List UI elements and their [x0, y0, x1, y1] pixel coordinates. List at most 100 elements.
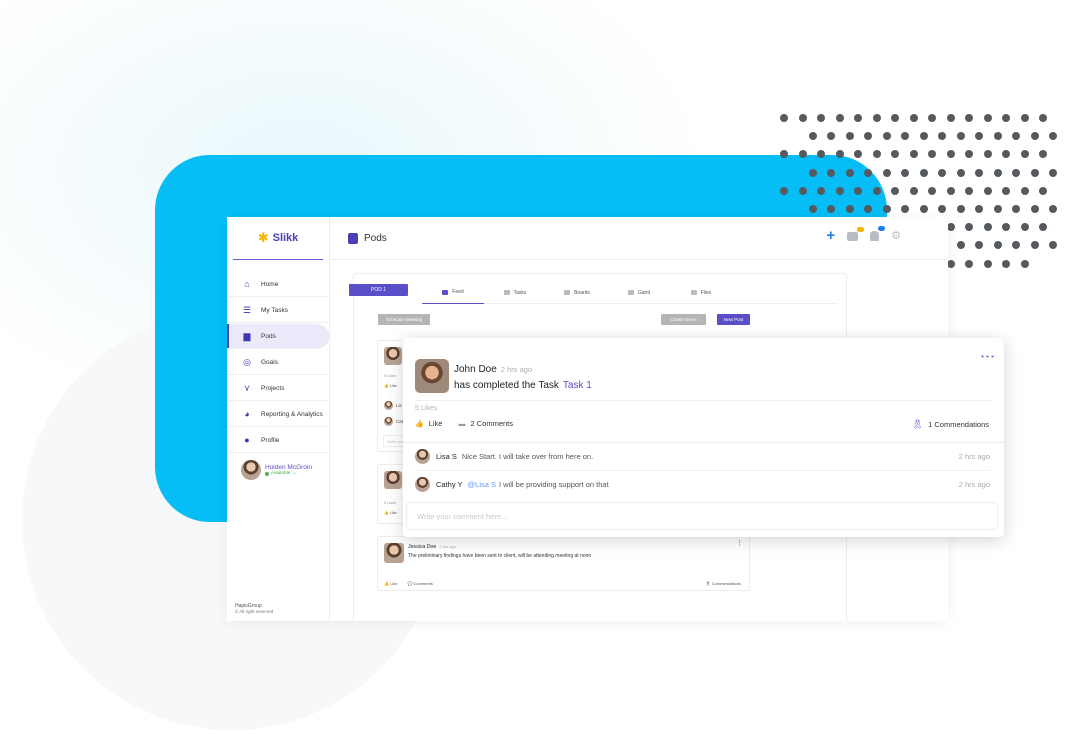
sidebar-nav: ⌂ Home ☰ My Tasks ▆ Pods ◎ Goals ⋎ Proje…: [227, 272, 329, 453]
dot: [835, 150, 844, 159]
commendations-button[interactable]: 🎗 Commendations: [706, 581, 741, 586]
dot: [1030, 241, 1039, 250]
commendations-button[interactable]: 🎗 1 Commendations: [912, 419, 989, 430]
pod-tab[interactable]: POD 1: [349, 284, 408, 296]
like-button[interactable]: 👍 Like: [384, 581, 397, 586]
logo[interactable]: ✱ Slikk: [233, 217, 323, 260]
dot: [1039, 114, 1047, 122]
sidebar-item-pods[interactable]: ▆ Pods: [227, 324, 329, 349]
dot: [965, 259, 973, 268]
like-button[interactable]: 👍 Like: [415, 419, 442, 428]
dot: [946, 186, 955, 195]
user-name: Holden McGroin: [265, 464, 312, 471]
dot: [1020, 223, 1029, 232]
more-options-icon[interactable]: ⋮: [979, 349, 996, 362]
dot: [808, 205, 817, 213]
tab-tasks[interactable]: Tasks: [484, 282, 546, 304]
dot: [993, 241, 1002, 250]
dot: [864, 205, 872, 213]
author-line: John Doe 2 hrs ago: [454, 364, 532, 375]
dot: [845, 205, 854, 213]
tab-label: Gantt: [637, 289, 651, 296]
dot: [983, 259, 992, 268]
dot: [965, 223, 973, 232]
dot: [956, 132, 965, 141]
dot: [827, 205, 835, 213]
dot: [993, 205, 1002, 213]
person-icon: ●: [244, 435, 250, 445]
dot: [1039, 186, 1047, 195]
commendations-label: 1 Commendations: [928, 420, 989, 429]
pie-chart-icon: ◕: [244, 409, 250, 419]
sidebar-item-profile[interactable]: ● Profile: [227, 428, 329, 453]
dot: [1030, 205, 1039, 213]
like-button[interactable]: 👍 Like: [384, 510, 397, 515]
comment-row: Lis: [384, 401, 402, 410]
dot: [872, 186, 881, 195]
comment-row: Lisa S Nice Start. I will take over from…: [415, 443, 990, 469]
mail-icon[interactable]: [847, 226, 865, 241]
post-time: 2 hrs ago: [500, 365, 533, 374]
dot: [938, 132, 946, 141]
dot: [919, 168, 928, 177]
comment-input[interactable]: Write your comment here...: [406, 502, 998, 530]
dot: [817, 186, 825, 195]
tab-files[interactable]: Files: [670, 282, 732, 304]
dot: [891, 150, 899, 159]
author-avatar: [384, 347, 402, 365]
sidebar-item-projects[interactable]: ⋎ Projects: [227, 376, 329, 401]
author-name: John Doe: [454, 364, 497, 375]
dot: [1012, 132, 1020, 141]
comments-button[interactable]: ▬ 2 Comments: [458, 419, 513, 428]
dot: [975, 168, 983, 177]
like-button[interactable]: 👍 Like: [384, 383, 397, 388]
tab-boards[interactable]: Boards: [546, 282, 608, 304]
user-status[interactable]: Available ⌄: [265, 471, 312, 476]
sidebar-item-goals[interactable]: ◎ Goals: [227, 350, 329, 375]
post-message: has completed the Task: [454, 380, 559, 391]
dot: [938, 168, 946, 177]
dot: [1002, 114, 1010, 122]
more-options-icon[interactable]: ⋮: [736, 540, 743, 547]
dot: [835, 186, 844, 195]
sidebar-item-reporting[interactable]: ◕ Reporting & Analytics: [227, 402, 329, 427]
bell-icon[interactable]: [870, 226, 886, 241]
new-post-button[interactable]: New Post: [717, 314, 750, 325]
schedule-meeting-button[interactable]: Schedule Meeting: [378, 314, 430, 325]
dot: [993, 132, 1002, 141]
sidebar-item-home[interactable]: ⌂ Home: [227, 272, 329, 297]
dot: [1039, 223, 1047, 232]
comment-text: I will be providing support on that: [499, 479, 609, 489]
dot: [882, 168, 891, 177]
sidebar-item-label: Projects: [261, 384, 285, 392]
dot: [909, 150, 918, 159]
comments-button[interactable]: 💬 Comments: [407, 581, 432, 586]
tab-gantt[interactable]: Gantt: [608, 282, 670, 304]
notification-badge: [878, 226, 886, 231]
sidebar: ✱ Slikk ⌂ Home ☰ My Tasks ▆ Pods ◎ Goals…: [227, 217, 330, 621]
add-button[interactable]: +: [826, 228, 835, 243]
dot: [909, 186, 918, 195]
comment-row: Cathy Y @Lisa S I will be providing supp…: [415, 471, 990, 497]
dot: [1030, 168, 1039, 177]
user-profile[interactable]: Holden McGroin Available ⌄: [227, 454, 329, 480]
commenter-name: Lis: [396, 403, 402, 408]
sidebar-item-my-tasks[interactable]: ☰ My Tasks: [227, 298, 329, 323]
files-icon: [690, 290, 697, 295]
gear-icon[interactable]: ⚙: [891, 231, 901, 242]
mention-link[interactable]: @Lisa S: [468, 480, 496, 489]
ribbon-icon: 🎗: [911, 419, 924, 429]
dot: [864, 132, 872, 141]
sidebar-item-label: Goals: [261, 358, 278, 366]
tab-label: Files: [700, 289, 712, 296]
likes-count: 5 Likes: [384, 374, 397, 378]
tab-feed[interactable]: Feed: [422, 282, 484, 304]
dot: [827, 132, 835, 141]
dot: [956, 205, 965, 213]
create-event-button[interactable]: Create Event: [661, 314, 706, 325]
comment-time: 2 hrs ago: [958, 479, 990, 489]
dot: [854, 186, 862, 195]
task-link[interactable]: Task 1: [563, 380, 592, 391]
dot: [780, 186, 788, 195]
author-line: Jessica Doe 2 hrs ago: [408, 544, 456, 550]
